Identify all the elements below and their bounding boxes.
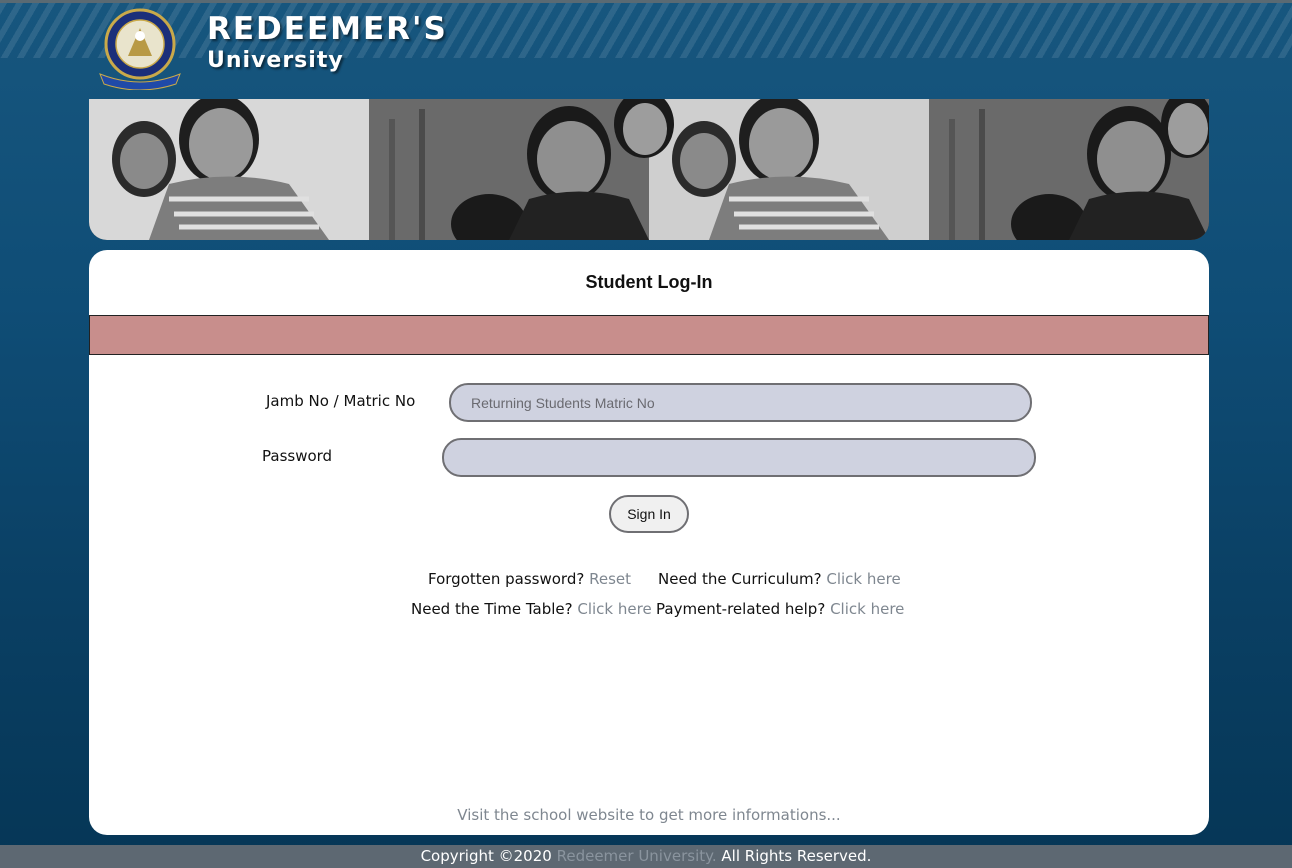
- rights-text: All Rights Reserved.: [721, 847, 872, 865]
- university-logo[interactable]: [94, 6, 186, 91]
- timetable-link[interactable]: Click here: [577, 600, 651, 618]
- payment-help-link[interactable]: Click here: [830, 600, 904, 618]
- header-banner-image: [89, 99, 1209, 240]
- copyright-text: Copyright ©2020: [420, 847, 552, 865]
- timetable-help: Need the Time Table? Click here: [411, 600, 652, 618]
- password-label: Password: [262, 447, 333, 465]
- university-link[interactable]: Redeemer University.: [557, 847, 717, 865]
- curriculum-help: Need the Curriculum? Click here: [658, 570, 901, 588]
- brand-subtitle: University: [207, 48, 344, 73]
- children-photo-image: [89, 99, 1209, 240]
- header-stripes: [0, 0, 1292, 58]
- curriculum-text: Need the Curriculum?: [658, 570, 822, 588]
- reset-password-link[interactable]: Reset: [589, 570, 631, 588]
- footer: Copyright ©2020 Redeemer University. All…: [0, 845, 1292, 868]
- forgot-password-text: Forgotten password?: [428, 570, 585, 588]
- sign-in-button[interactable]: Sign In: [609, 495, 689, 533]
- visit-website-link[interactable]: Visit the school website to get more inf…: [89, 806, 1209, 824]
- login-title: Student Log-In: [585, 272, 713, 292]
- password-input[interactable]: [442, 438, 1036, 477]
- payment-help: Payment-related help? Click here: [656, 600, 904, 618]
- university-seal-icon: [99, 8, 181, 91]
- message-bar: [89, 315, 1209, 355]
- curriculum-link[interactable]: Click here: [826, 570, 900, 588]
- forgot-password-help: Forgotten password? Reset: [428, 570, 631, 588]
- matric-label: Jamb No / Matric No: [266, 392, 416, 410]
- timetable-text: Need the Time Table?: [411, 600, 573, 618]
- matric-input[interactable]: [449, 383, 1032, 422]
- payment-text: Payment-related help?: [656, 600, 826, 618]
- brand-name: REDEEMER'S: [207, 11, 448, 47]
